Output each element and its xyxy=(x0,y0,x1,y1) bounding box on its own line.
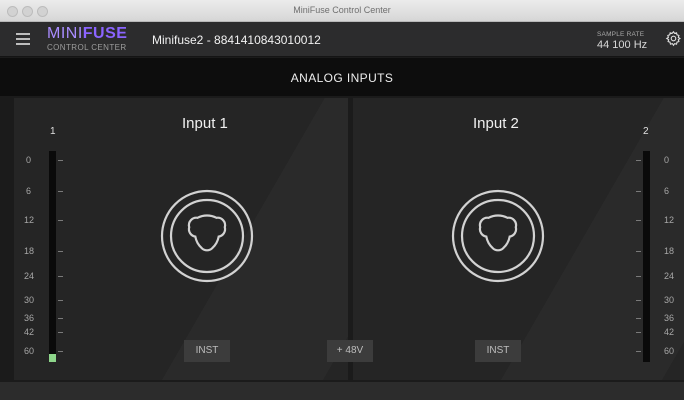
meter-scale-label: 6 xyxy=(664,186,670,196)
logo-subtitle: CONTROL CENTER xyxy=(47,43,127,52)
meter-tick xyxy=(58,220,63,221)
logo-text-bold: FUSE xyxy=(82,25,128,42)
window-titlebar: MiniFuse Control Center xyxy=(0,0,684,22)
phantom-power-48v-button[interactable]: + 48V xyxy=(327,340,373,362)
meter-tick xyxy=(58,251,63,252)
sample-rate-value: 44 100 Hz xyxy=(597,39,648,51)
bottom-bar xyxy=(0,382,684,400)
meter-scale-label: 18 xyxy=(24,246,35,256)
input-2-title: Input 2 xyxy=(473,115,519,132)
meter-tick xyxy=(58,191,63,192)
xlr-combo-jack-icon[interactable] xyxy=(159,188,255,284)
meter-scale-label: 60 xyxy=(664,346,675,356)
meter-tick xyxy=(636,318,641,319)
meter-scale-label: 18 xyxy=(664,246,675,256)
meter-tick xyxy=(636,276,641,277)
level-meter-input-1 xyxy=(49,151,56,362)
hamburger-menu-icon[interactable] xyxy=(16,33,30,45)
input-2-panel: Input 2 INST xyxy=(353,98,684,380)
level-meter-fill-input-1 xyxy=(49,353,56,362)
meter-tick xyxy=(58,318,63,319)
meter-scale-label: 12 xyxy=(664,215,675,225)
app-header: MINIFUSE CONTROL CENTER Minifuse2 - 8841… xyxy=(0,22,684,57)
inst-button-input-1[interactable]: INST xyxy=(184,340,230,362)
section-header: ANALOG INPUTS xyxy=(0,58,684,96)
meter-scale-label: 30 xyxy=(664,295,675,305)
minifuse-logo: MINIFUSE CONTROL CENTER xyxy=(47,26,137,54)
xlr-combo-jack-icon[interactable] xyxy=(450,188,546,284)
section-title: ANALOG INPUTS xyxy=(290,71,394,85)
meter-scale-label: 24 xyxy=(664,271,675,281)
meter-scale-label: 6 xyxy=(26,186,32,196)
level-meter-input-2 xyxy=(643,151,650,362)
input-1-title: Input 1 xyxy=(182,115,228,132)
meter-scale-label: 30 xyxy=(24,295,35,305)
sample-rate-label: SAMPLE RATE xyxy=(597,31,645,38)
meter-scale-label: 12 xyxy=(24,215,35,225)
logo-text-light: MINI xyxy=(47,25,83,42)
meter-tick xyxy=(636,220,641,221)
input-1-panel: Input 1 INST xyxy=(14,98,348,380)
meter-tick xyxy=(58,351,63,352)
meter-scale-label: 0 xyxy=(26,155,32,165)
meter-scale-label: 24 xyxy=(24,271,35,281)
meter-tick xyxy=(636,351,641,352)
meter-tick xyxy=(636,300,641,301)
meter-tick xyxy=(58,276,63,277)
meter-tick xyxy=(58,160,63,161)
meter-tick xyxy=(58,300,63,301)
meter-tick xyxy=(636,191,641,192)
meter-tick xyxy=(636,332,641,333)
meter-tick xyxy=(636,251,641,252)
meter-scale-label: 42 xyxy=(664,327,675,337)
channel-2-label: 2 xyxy=(643,126,649,137)
meter-scale-label: 42 xyxy=(24,327,35,337)
meter-scale-label: 0 xyxy=(664,155,670,165)
meter-scale-label: 60 xyxy=(24,346,35,356)
inst-button-input-2[interactable]: INST xyxy=(475,340,521,362)
gear-icon[interactable] xyxy=(665,30,682,47)
window-title: MiniFuse Control Center xyxy=(293,5,391,15)
meter-scale-label: 36 xyxy=(24,313,35,323)
meter-tick xyxy=(58,332,63,333)
meter-scale-label: 36 xyxy=(664,313,675,323)
meter-tick xyxy=(636,160,641,161)
channel-1-label: 1 xyxy=(50,126,56,137)
device-name: Minifuse2 - 8841410843010012 xyxy=(152,33,321,47)
